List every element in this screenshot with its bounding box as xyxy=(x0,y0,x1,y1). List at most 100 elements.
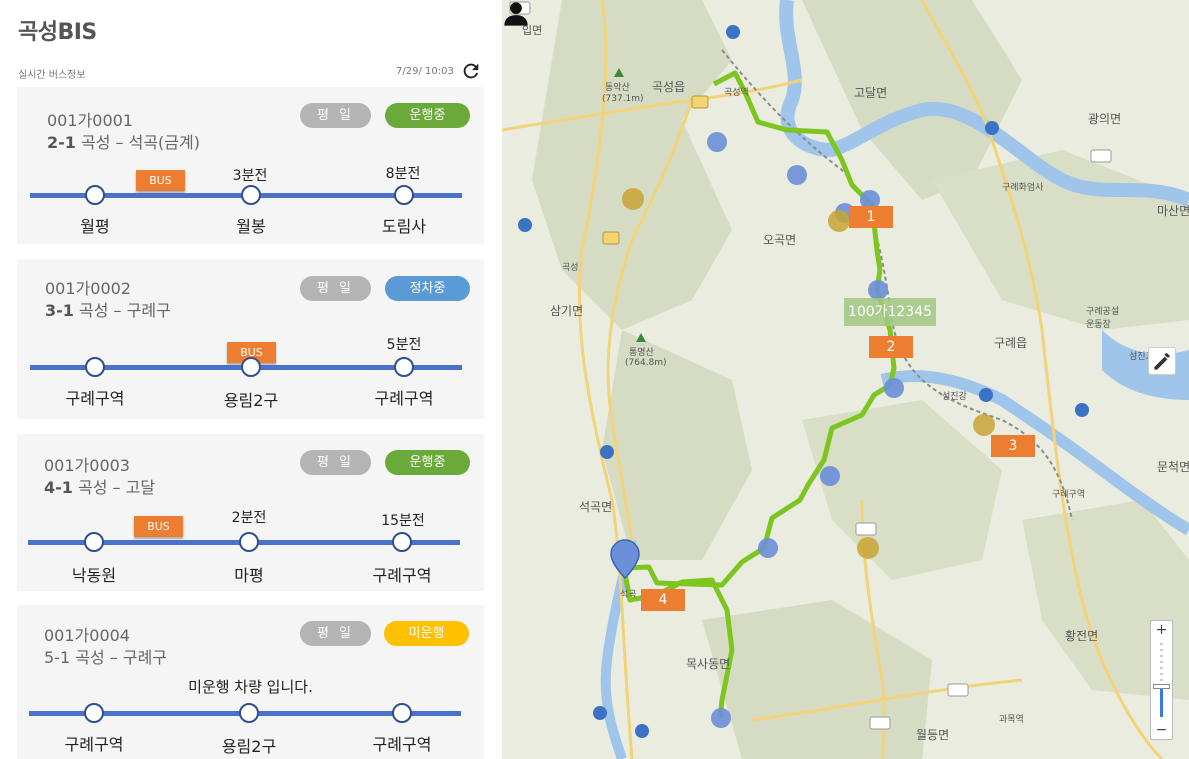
stop-dot[interactable] xyxy=(85,357,105,377)
bus-stop-marker xyxy=(707,132,727,152)
route-marker[interactable]: 1 xyxy=(849,206,893,228)
zoom-handle[interactable] xyxy=(1153,684,1170,689)
pencil-icon xyxy=(1154,353,1170,370)
zoom-in-button[interactable]: + xyxy=(1151,621,1172,639)
map-place-label: 구례화엄사 xyxy=(1002,183,1044,193)
route-title: 2-1 곡성 – 석곡(금계) xyxy=(47,129,200,153)
road-shield xyxy=(602,231,620,245)
map-place-label: 석곡 xyxy=(620,590,637,600)
stop-dot[interactable] xyxy=(392,532,412,552)
map-place-label: 곡성읍 xyxy=(652,80,686,94)
map-place-label: 마산면 xyxy=(1157,204,1189,218)
route-number: 5-1 xyxy=(44,648,71,667)
map-place-label: 오곡면 xyxy=(763,233,797,247)
map-place-label: 고달면 xyxy=(854,86,888,100)
stop-name: 구례구역 xyxy=(372,566,432,585)
poi-marker xyxy=(622,188,644,210)
stop-dot[interactable] xyxy=(85,185,105,205)
stop-name: 마평 xyxy=(234,566,264,585)
route-marker[interactable]: 3 xyxy=(991,435,1035,457)
poi-marker xyxy=(857,537,879,559)
road-shield xyxy=(593,706,607,720)
road-shield xyxy=(635,724,649,738)
road-shield xyxy=(691,95,709,109)
route-marker[interactable]: 2 xyxy=(869,336,913,358)
zoom-control[interactable]: + − xyxy=(1150,620,1173,740)
status-badge[interactable]: 운행중 xyxy=(385,450,470,475)
route-marker[interactable]: 4 xyxy=(641,589,685,611)
day-type-badge[interactable]: 평 일 xyxy=(300,103,371,128)
bus-card[interactable]: 001가0002 3-1 곡성 – 구례구 평 일 정차중 BUS 5분전 구례… xyxy=(17,259,484,419)
edit-button[interactable] xyxy=(1148,347,1176,375)
road-shield xyxy=(1075,403,1089,417)
route-map[interactable]: 입면 곡성읍 고달면 광의면 오곡면 삼기면 구례읍 석곡면 목사동면 황전면 … xyxy=(502,0,1189,759)
stop-name: 용림2구 xyxy=(223,391,279,410)
map-place-label: 석곡면 xyxy=(579,500,613,514)
status-badge[interactable]: 정차중 xyxy=(385,276,470,301)
stop-name: 구례구역 xyxy=(374,389,434,408)
map-place-label: 문척면 xyxy=(1157,460,1189,474)
zoom-out-button[interactable]: − xyxy=(1151,721,1172,739)
status-badge[interactable]: 미운행 xyxy=(384,621,469,646)
bus-card[interactable]: 001가0001 2-1 곡성 – 석곡(금계) 평 일 운행중 BUS 3분전… xyxy=(17,87,484,244)
stop-name: 낙동원 xyxy=(71,566,117,585)
refresh-icon[interactable] xyxy=(460,60,482,82)
bus-stop-marker xyxy=(884,378,904,398)
route-number: 4-1 xyxy=(44,478,73,497)
user-icon[interactable] xyxy=(502,0,530,28)
stop-name: 구례구역 xyxy=(65,389,125,408)
stop-dot[interactable] xyxy=(241,185,261,205)
eta-label: 15분전 xyxy=(381,513,425,529)
road-shield xyxy=(985,121,999,135)
route-name: 곡성 – 석곡(금계) xyxy=(81,133,200,152)
stop-name: 월봉 xyxy=(236,217,266,236)
stop-name: 월평 xyxy=(80,217,110,236)
stop-dot[interactable] xyxy=(394,185,414,205)
bus-position-tag: BUS xyxy=(136,170,185,191)
bus-plate: 001가0002 xyxy=(45,279,131,298)
day-type-badge[interactable]: 평 일 xyxy=(300,276,371,301)
bus-info-panel: 곡성BIS 실시간 버스정보 7/29/ 10:03 001가0001 2-1 … xyxy=(0,0,502,759)
bus-plate: 001가0001 xyxy=(47,111,133,130)
map-place-label: 구례공설운동장 xyxy=(1086,307,1120,330)
stop-name: 용림2구 xyxy=(221,737,277,756)
map-place-label: 월등면 xyxy=(916,728,950,742)
stop-dot[interactable] xyxy=(392,703,412,723)
route-title: 5-1 곡성 – 구례구 xyxy=(44,644,167,668)
map-place-label: 통명산 xyxy=(629,348,654,358)
stop-dot[interactable] xyxy=(239,532,259,552)
bus-plate: 001가0004 xyxy=(44,626,130,645)
map-place-label: 곡성역 xyxy=(724,88,749,98)
stop-dot[interactable] xyxy=(241,357,261,377)
road-shield xyxy=(600,445,614,459)
map-place-label: 구례구역 xyxy=(1052,490,1086,500)
stop-dot[interactable] xyxy=(394,357,414,377)
map-terrain xyxy=(532,0,732,330)
day-type-badge[interactable]: 평 일 xyxy=(300,450,371,475)
app-title: 곡성BIS xyxy=(18,20,97,45)
stop-dot[interactable] xyxy=(84,703,104,723)
bus-card[interactable]: 001가0004 5-1 곡성 – 구례구 평 일 미운행 미운행 차량 입니다… xyxy=(17,605,484,759)
route-title: 4-1 곡성 – 고달 xyxy=(44,474,155,498)
stop-dot[interactable] xyxy=(84,532,104,552)
bus-stop-marker xyxy=(820,466,840,486)
bus-card[interactable]: 001가0003 4-1 곡성 – 고달 평 일 운행중 BUS 2분전 15분… xyxy=(17,434,484,591)
page-subtitle: 실시간 버스정보 xyxy=(18,70,86,81)
route-number: 2-1 xyxy=(47,133,76,152)
day-type-badge[interactable]: 평 일 xyxy=(300,621,371,646)
stop-name: 구례구역 xyxy=(372,735,432,754)
status-badge[interactable]: 운행중 xyxy=(385,103,470,128)
vehicle-label[interactable]: 100가12345 xyxy=(844,298,936,326)
map-place-label: 곡성 xyxy=(562,263,579,273)
bus-stop-marker xyxy=(758,538,778,558)
route-name: 곡성 – 구례구 xyxy=(75,648,168,667)
stop-dot[interactable] xyxy=(239,703,259,723)
map-place-label: 목사동면 xyxy=(686,657,731,671)
zoom-fill xyxy=(1160,687,1163,717)
poi-marker xyxy=(973,414,995,436)
not-running-message: 미운행 차량 입니다. xyxy=(188,678,313,696)
map-canvas[interactable] xyxy=(502,0,1189,759)
map-place-label: 과목역 xyxy=(999,715,1024,725)
map-terrain xyxy=(702,600,932,759)
road-shield xyxy=(979,388,993,402)
